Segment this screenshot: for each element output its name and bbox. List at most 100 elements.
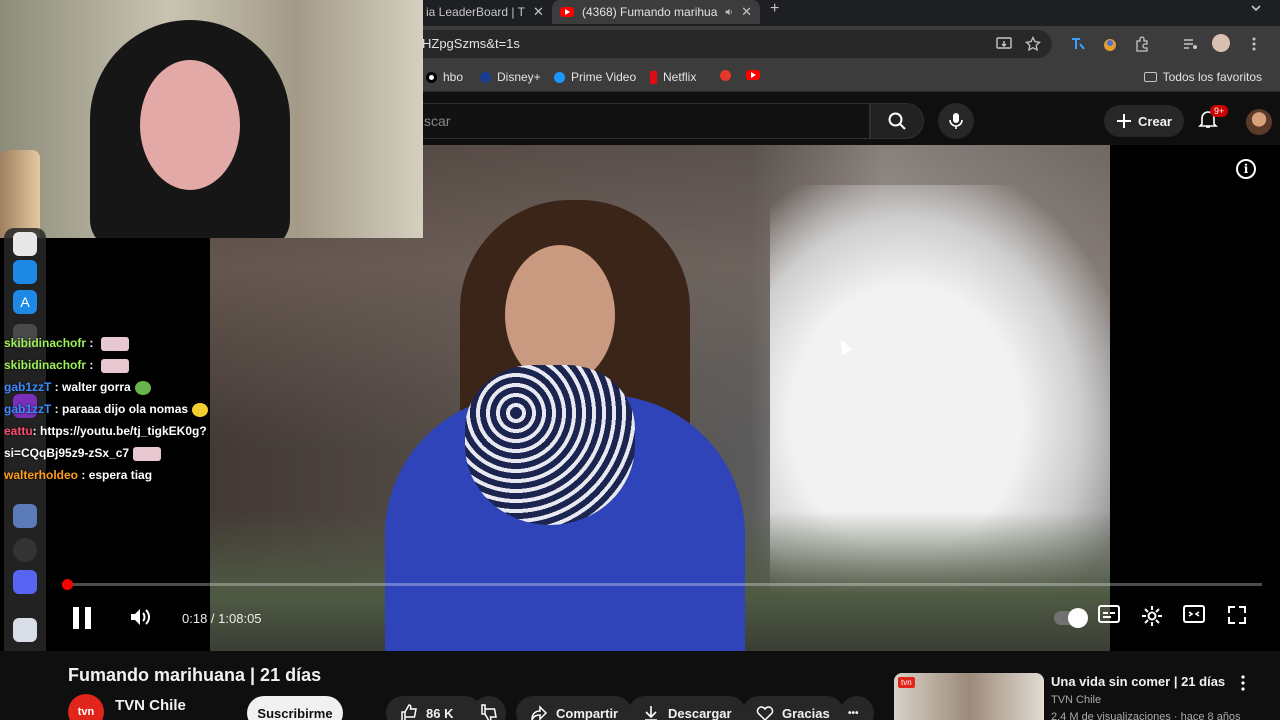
progress-bar[interactable] xyxy=(62,579,1262,590)
current-time: 0:18 xyxy=(182,611,208,626)
chevron-down-icon[interactable] xyxy=(1250,2,1262,14)
chat-text: https://youtu.be/tj_tigkEK0g? xyxy=(40,424,207,438)
like-count: 86 K xyxy=(426,705,454,720)
puzzle-icon[interactable] xyxy=(1134,36,1150,52)
extension-icon[interactable] xyxy=(1102,36,1118,52)
thanks-button[interactable]: Gracias xyxy=(742,696,844,720)
search-icon xyxy=(888,112,906,130)
chat-username[interactable]: skibidinachofr xyxy=(4,358,86,372)
pause-button[interactable] xyxy=(70,605,94,631)
chat-separator: : xyxy=(51,380,63,394)
chat-message: walterholdeo : espera tiag xyxy=(0,464,240,486)
bookmark-hbo[interactable]: hbo xyxy=(426,70,463,84)
presenter-scarf xyxy=(465,365,635,525)
close-icon[interactable]: ✕ xyxy=(533,4,544,20)
more-actions-button[interactable]: ••• xyxy=(840,696,874,720)
bookmark-label: Prime Video xyxy=(571,70,637,84)
channel-avatar[interactable]: tvn xyxy=(68,694,104,720)
bookmark-shortcut[interactable] xyxy=(720,70,731,81)
document-icon[interactable] xyxy=(13,618,37,642)
microphone-icon xyxy=(949,113,963,129)
chat-username[interactable]: walterholdeo xyxy=(4,468,78,482)
prime-video-icon xyxy=(554,71,565,83)
download-button[interactable]: Descargar xyxy=(628,696,746,720)
notifications-badge: 9+ xyxy=(1210,105,1229,117)
search-input[interactable]: scar xyxy=(418,103,870,139)
thanks-label: Gracias xyxy=(782,705,830,720)
theater-mode-button[interactable] xyxy=(1183,605,1205,623)
fullscreen-button[interactable] xyxy=(1227,605,1247,625)
all-bookmarks-label: Todos los favoritos xyxy=(1162,70,1262,84)
channel-name[interactable]: TVN Chile xyxy=(115,697,186,714)
chat-message: skibidinachofr : xyxy=(0,332,240,354)
kebab-menu-icon[interactable] xyxy=(1248,36,1260,52)
app-store-icon[interactable]: A xyxy=(13,290,37,314)
create-label: Crear xyxy=(1138,113,1172,129)
install-app-icon[interactable] xyxy=(996,36,1012,52)
folder-icon xyxy=(1143,72,1157,82)
bookmark-disney[interactable]: Disney+ xyxy=(480,70,541,84)
app-icon[interactable] xyxy=(13,232,37,256)
kebab-menu-icon[interactable] xyxy=(1240,675,1246,691)
speaker-icon[interactable] xyxy=(725,6,733,18)
address-bar[interactable]: HZpgSzms&t=1s xyxy=(418,30,1052,58)
streamer-face xyxy=(140,60,240,190)
account-avatar[interactable] xyxy=(1246,109,1272,135)
all-bookmarks-folder[interactable]: Todos los favoritos xyxy=(1143,70,1262,84)
suggested-video-thumbnail[interactable]: tvn xyxy=(894,673,1044,720)
chat-emote-icon xyxy=(100,358,129,373)
suggested-video-channel[interactable]: TVN Chile xyxy=(1051,694,1101,706)
close-icon[interactable]: ✕ xyxy=(741,4,752,20)
webcam-bottle xyxy=(0,150,40,238)
chat-separator: : xyxy=(86,358,97,372)
bookmark-label: Disney+ xyxy=(497,70,541,84)
like-button[interactable]: 86 K xyxy=(386,696,482,720)
chat-username[interactable]: skibidinachofr xyxy=(4,336,86,350)
new-tab-button[interactable]: + xyxy=(770,0,779,18)
info-icon[interactable]: i xyxy=(1236,159,1256,179)
pause-icon xyxy=(73,607,91,629)
chat-username[interactable]: gab1zzT xyxy=(4,402,51,416)
create-button[interactable]: Crear xyxy=(1104,105,1184,137)
freeform-icon[interactable] xyxy=(13,260,37,284)
suggested-video-title[interactable]: Una vida sin comer | 21 días xyxy=(1051,674,1225,689)
chat-text: espera tiag xyxy=(88,468,153,482)
volume-button[interactable] xyxy=(128,605,152,629)
volume-icon xyxy=(131,609,150,625)
voice-search-button[interactable] xyxy=(938,103,974,139)
subtitles-icon xyxy=(1098,605,1120,623)
autoplay-toggle[interactable] xyxy=(1054,608,1088,628)
obs-icon[interactable] xyxy=(13,538,37,562)
bookmark-youtube[interactable] xyxy=(746,70,760,80)
heart-dollar-icon xyxy=(756,706,774,720)
bookmark-netflix[interactable]: Netflix xyxy=(650,70,696,84)
disney-icon xyxy=(480,71,491,83)
search-button[interactable] xyxy=(870,103,924,139)
settings-button[interactable] xyxy=(1141,605,1163,627)
media-controls-icon[interactable] xyxy=(1182,36,1198,52)
tab-youtube-video[interactable]: (4368) Fumando marihua ✕ xyxy=(552,0,760,24)
bookmark-prime-video[interactable]: Prime Video xyxy=(554,70,636,84)
app-shortcut-icon xyxy=(720,70,731,81)
profile-avatar-icon[interactable] xyxy=(1212,34,1230,52)
chat-username[interactable]: gab1zzT xyxy=(4,380,51,394)
subscribe-button[interactable]: Suscribirme xyxy=(247,696,343,720)
tab-leaderboard[interactable]: ia LeaderBoard | T ✕ xyxy=(418,0,548,24)
presenter-face xyxy=(505,245,615,385)
dislike-button[interactable] xyxy=(472,696,506,720)
extension-translate-icon[interactable] xyxy=(1070,36,1086,52)
address-url: HZpgSzms&t=1s xyxy=(422,36,520,51)
chat-username[interactable]: eattu xyxy=(4,424,33,438)
preview-icon[interactable] xyxy=(13,504,37,528)
discord-icon[interactable] xyxy=(13,570,37,594)
bookmark-star-icon[interactable] xyxy=(1025,36,1041,52)
chat-message: skibidinachofr : xyxy=(0,354,240,376)
youtube-favicon-icon xyxy=(560,7,574,17)
chat-separator: : xyxy=(78,468,89,482)
notifications-button[interactable]: 9+ xyxy=(1198,105,1229,134)
bookmark-label: Netflix xyxy=(663,70,697,84)
stream-chat-overlay: skibidinachofr : skibidinachofr : gab1zz… xyxy=(0,332,240,486)
scrubber-handle[interactable] xyxy=(62,579,74,590)
subtitles-button[interactable] xyxy=(1098,605,1120,623)
share-button[interactable]: Compartir xyxy=(516,696,633,720)
